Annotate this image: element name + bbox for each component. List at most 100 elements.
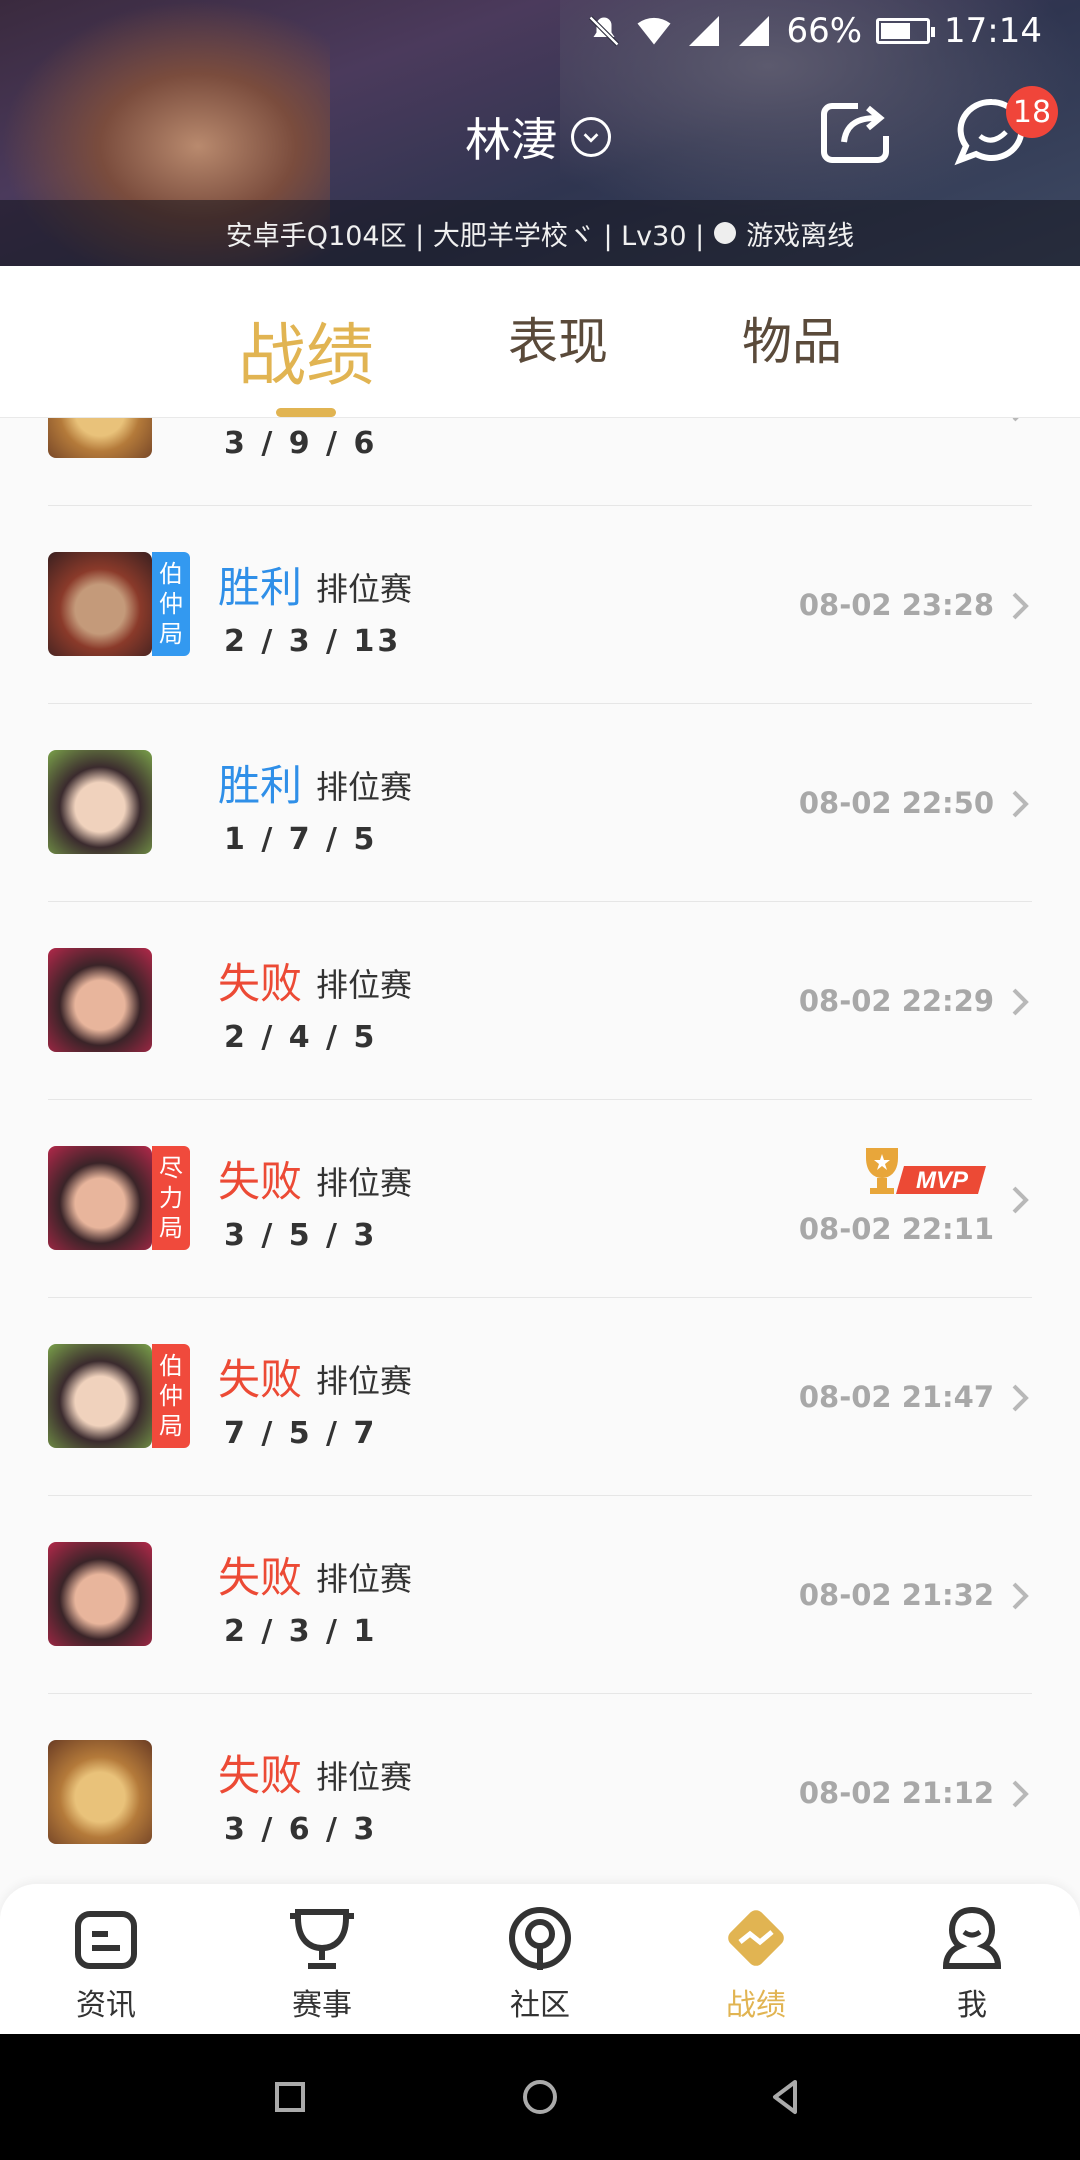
match-time: 08-02 23:28 bbox=[798, 588, 994, 622]
match-result: 失败 bbox=[218, 1355, 303, 1404]
profile-icon bbox=[942, 1906, 1002, 1969]
hero-avatar-wrap bbox=[48, 1740, 194, 1844]
match-row[interactable]: 尽力局失败 排位赛 3 / 5 / 3 MVP 08-02 22:11 bbox=[48, 1100, 1032, 1298]
mvp-badge-icon: MVP bbox=[866, 1148, 986, 1194]
username-switcher[interactable]: 林淒 bbox=[465, 104, 611, 170]
match-mode: 排位赛 bbox=[316, 570, 413, 608]
nav-profile[interactable]: 我 bbox=[902, 1902, 1042, 2023]
match-time: 08-02 21:47 bbox=[798, 1380, 994, 1414]
share-icon[interactable] bbox=[818, 96, 894, 166]
match-result: 失败 bbox=[218, 1751, 303, 1800]
chevron-right-icon bbox=[1012, 1384, 1029, 1412]
match-mode: 排位赛 bbox=[316, 1560, 413, 1598]
chevron-right-icon bbox=[1012, 790, 1029, 818]
tab-performance[interactable]: 表现 bbox=[508, 302, 608, 374]
match-result: 失败 bbox=[218, 1553, 303, 1602]
match-time: 08-02 22:29 bbox=[798, 984, 994, 1018]
match-result: 胜利 bbox=[218, 761, 303, 810]
match-row[interactable]: 失败 排位赛 2 / 3 / 1 08-02 21:32 bbox=[48, 1496, 1032, 1694]
match-kda: 1 / 7 / 5 bbox=[224, 822, 378, 857]
nav-stats[interactable]: 战绩 bbox=[686, 1902, 826, 2023]
match-row[interactable]: 失败排位赛3 / 9 / 608-02 23:48 bbox=[48, 418, 1032, 506]
hero-avatar bbox=[48, 418, 152, 458]
hero-avatar-wrap bbox=[48, 418, 194, 458]
match-result: 胜利 bbox=[218, 563, 303, 612]
match-tag: 尽力局 bbox=[152, 1146, 190, 1250]
system-navigation-bar bbox=[0, 2034, 1080, 2160]
hero-avatar bbox=[48, 1542, 152, 1646]
nav-stats-label: 战绩 bbox=[726, 1988, 786, 2023]
news-icon bbox=[75, 1911, 137, 1969]
hero-avatar bbox=[48, 552, 152, 656]
match-row[interactable]: 失败 排位赛 2 / 4 / 5 08-02 22:29 bbox=[48, 902, 1032, 1100]
stats-tabs: 战绩 表现 物品 bbox=[0, 266, 1080, 418]
chevron-right-icon bbox=[1012, 418, 1019, 422]
hero-avatar bbox=[48, 750, 152, 854]
chevron-right-icon bbox=[1012, 1582, 1029, 1610]
nav-news[interactable]: 资讯 bbox=[36, 1902, 176, 2023]
match-kda: 2 / 3 / 13 bbox=[224, 624, 402, 659]
mvp-label: MVP bbox=[916, 1167, 969, 1194]
tab-items[interactable]: 物品 bbox=[742, 302, 842, 374]
back-icon[interactable] bbox=[763, 2074, 809, 2120]
player-info-bar: 安卓手Q104区 | 大肥羊学校ヾ | Lv30 | 游戏离线 bbox=[0, 200, 1080, 266]
match-time: 08-02 22:50 bbox=[798, 786, 994, 820]
match-result: 失败 bbox=[218, 959, 303, 1008]
match-mode: 排位赛 bbox=[316, 966, 413, 1004]
stats-icon bbox=[728, 1910, 784, 1966]
username: 林淒 bbox=[465, 113, 557, 167]
match-time: 08-02 23:48 bbox=[799, 418, 994, 424]
signal-icon bbox=[689, 16, 720, 46]
hero-avatar-wrap bbox=[48, 1542, 194, 1646]
message-badge: 18 bbox=[1006, 86, 1058, 138]
home-icon[interactable] bbox=[517, 2074, 563, 2120]
offline-dot-icon bbox=[714, 222, 737, 244]
recents-icon[interactable] bbox=[267, 2074, 313, 2120]
mute-icon bbox=[589, 15, 620, 47]
trophy-icon bbox=[290, 1909, 354, 1969]
match-row[interactable]: 伯仲局胜利 排位赛 2 / 3 / 13 08-02 23:28 bbox=[48, 506, 1032, 704]
hero-avatar-wrap bbox=[48, 750, 194, 854]
match-result: 失败 bbox=[218, 1157, 303, 1206]
hero-avatar bbox=[48, 948, 152, 1052]
nav-events[interactable]: 赛事 bbox=[252, 1902, 392, 2023]
battery-percent: 66% bbox=[786, 11, 863, 51]
nav-news-label: 资讯 bbox=[76, 1988, 136, 2023]
match-list[interactable]: 失败排位赛3 / 9 / 608-02 23:48伯仲局胜利排位赛2 / 3 /… bbox=[0, 418, 1080, 1884]
match-kda: 2 / 4 / 5 bbox=[224, 1020, 378, 1055]
match-tag: 伯仲局 bbox=[152, 1344, 190, 1448]
match-row[interactable]: 失败 排位赛 3 / 6 / 3 08-02 21:12 bbox=[48, 1694, 1032, 1884]
signal-icon-2 bbox=[739, 16, 770, 46]
match-row[interactable]: 伯仲局失败 排位赛 7 / 5 / 7 08-02 21:47 bbox=[48, 1298, 1032, 1496]
tab-record[interactable]: 战绩 bbox=[238, 300, 374, 399]
match-mode: 排位赛 bbox=[316, 1758, 413, 1796]
match-tag: 伯仲局 bbox=[152, 552, 190, 656]
battery-icon bbox=[876, 18, 936, 44]
nav-events-label: 赛事 bbox=[292, 1988, 352, 2023]
match-kda: 7 / 5 / 7 bbox=[224, 1416, 378, 1451]
hero-avatar-wrap: 伯仲局 bbox=[48, 1344, 194, 1448]
match-mode: 排位赛 bbox=[316, 768, 413, 806]
hero-avatar bbox=[48, 1344, 152, 1448]
nav-profile-label: 我 bbox=[957, 1988, 987, 2023]
player-status: 游戏离线 bbox=[746, 220, 855, 252]
match-time: 08-02 21:12 bbox=[798, 1776, 994, 1810]
status-bar: 66% 17:14 bbox=[0, 0, 1080, 62]
match-time: 08-02 21:32 bbox=[798, 1578, 994, 1612]
match-row[interactable]: 胜利 排位赛 1 / 7 / 5 08-02 22:50 bbox=[48, 704, 1032, 902]
player-server-info: 安卓手Q104区 | 大肥羊学校ヾ | Lv30 | bbox=[225, 220, 705, 252]
match-time: 08-02 22:11 bbox=[798, 1212, 994, 1246]
hero-avatar-wrap: 尽力局 bbox=[48, 1146, 194, 1250]
chevron-right-icon bbox=[1012, 1780, 1029, 1808]
nav-community-label: 社区 bbox=[510, 1988, 570, 2023]
clock: 17:14 bbox=[944, 11, 1042, 51]
hero-avatar bbox=[48, 1146, 152, 1250]
chevron-down-icon bbox=[571, 117, 611, 157]
match-kda: 3 / 6 / 3 bbox=[224, 1812, 378, 1847]
chevron-right-icon bbox=[1012, 988, 1029, 1016]
battery-fill bbox=[881, 23, 911, 39]
nav-community[interactable]: 社区 bbox=[470, 1902, 610, 2023]
profile-header: 66% 17:14 林淒 18 安卓手Q104区 | 大肥羊学校ヾ | Lv30… bbox=[0, 0, 1080, 266]
hero-avatar-wrap: 伯仲局 bbox=[48, 552, 194, 656]
chevron-right-icon bbox=[1012, 1186, 1029, 1214]
